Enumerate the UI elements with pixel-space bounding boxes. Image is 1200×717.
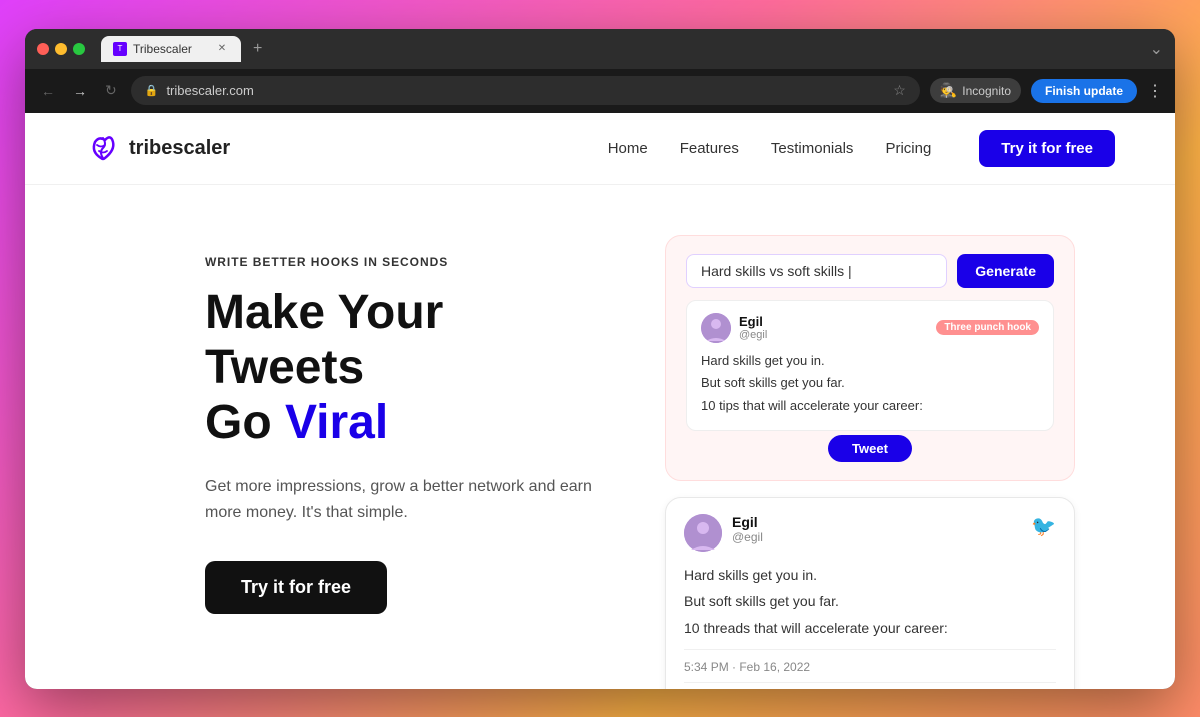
logo-icon bbox=[85, 130, 121, 166]
tweet-action-row: Tweet bbox=[686, 435, 1054, 462]
tweet-header: Egil @egil 🐦 bbox=[684, 514, 1056, 552]
tweet-button[interactable]: Tweet bbox=[828, 435, 912, 462]
address-input[interactable]: 🔒 tribescaler.com ☆ bbox=[131, 76, 920, 105]
generator-input[interactable] bbox=[686, 254, 947, 288]
hero-right: Generate Egil bbox=[665, 235, 1075, 689]
address-bar: ← → ↻ 🔒 tribescaler.com ☆ 🕵 Incognito Fi… bbox=[25, 69, 1175, 113]
hero-subtext: Get more impressions, grow a better netw… bbox=[205, 474, 605, 525]
incognito-icon: 🕵 bbox=[940, 82, 957, 99]
tweet-line1: Hard skills get you in. bbox=[684, 564, 1056, 586]
browser-window: T Tribescaler ✕ + ⌄ ← → ↻ 🔒 tribescaler.… bbox=[25, 29, 1175, 689]
hero-headline: Make Your Tweets Go Viral bbox=[205, 285, 605, 451]
maximize-window-button[interactable] bbox=[73, 43, 85, 55]
tweet-timestamp: 5:34 PM · Feb 16, 2022 bbox=[684, 660, 810, 674]
hero-cta-button[interactable]: Try it for free bbox=[205, 561, 387, 614]
site-nav: Home Features Testimonials Pricing Try i… bbox=[608, 130, 1115, 167]
gen-tweet-header: Egil @egil Three punch hook bbox=[701, 313, 1039, 343]
generated-tweet-preview: Egil @egil Three punch hook Hard skills … bbox=[686, 300, 1054, 432]
nav-try-free-button[interactable]: Try it for free bbox=[979, 130, 1115, 167]
incognito-label: Incognito bbox=[962, 84, 1011, 98]
logo-text: tribescaler bbox=[129, 137, 230, 160]
tweet-user-name: Egil bbox=[732, 514, 1031, 530]
nav-testimonials[interactable]: Testimonials bbox=[771, 140, 854, 157]
traffic-lights bbox=[37, 43, 85, 55]
gen-tweet-line3: 10 tips that will accelerate your career… bbox=[701, 396, 1039, 416]
page-content: tribescaler Home Features Testimonials P… bbox=[25, 113, 1175, 689]
new-tab-button[interactable]: + bbox=[249, 40, 266, 58]
tweet-user-info: Egil @egil bbox=[732, 514, 1031, 544]
nav-features[interactable]: Features bbox=[680, 140, 739, 157]
generate-button[interactable]: Generate bbox=[957, 254, 1054, 288]
gen-user-avatar bbox=[701, 313, 731, 343]
tab-favicon-icon: T bbox=[113, 42, 127, 56]
generator-card: Generate Egil bbox=[665, 235, 1075, 482]
gen-badge: Three punch hook bbox=[936, 320, 1039, 335]
tweet-stats: 6,069 Retweets 116 Quote Tweets 21.3K Li… bbox=[684, 682, 1056, 688]
minimize-window-button[interactable] bbox=[55, 43, 67, 55]
title-bar: T Tribescaler ✕ + ⌄ bbox=[25, 29, 1175, 69]
nav-home[interactable]: Home bbox=[608, 140, 648, 157]
tweet-card: Egil @egil 🐦 Hard skills get you in. But… bbox=[665, 497, 1075, 689]
generator-input-row: Generate bbox=[686, 254, 1054, 288]
hero-headline-part2: Go bbox=[205, 396, 285, 449]
incognito-button[interactable]: 🕵 Incognito bbox=[930, 78, 1021, 103]
lock-icon: 🔒 bbox=[145, 84, 159, 97]
forward-button[interactable]: → bbox=[69, 79, 91, 103]
active-tab[interactable]: T Tribescaler ✕ bbox=[101, 36, 241, 62]
tweet-line2: But soft skills get you far. bbox=[684, 590, 1056, 612]
url-text: tribescaler.com bbox=[166, 83, 253, 98]
hero-headline-viral: Viral bbox=[285, 396, 388, 449]
gen-tweet-line1: Hard skills get you in. bbox=[701, 351, 1039, 371]
hero-headline-part1: Make Your Tweets bbox=[205, 286, 443, 394]
logo-area[interactable]: tribescaler bbox=[85, 130, 230, 166]
nav-pricing[interactable]: Pricing bbox=[885, 140, 931, 157]
back-button[interactable]: ← bbox=[37, 79, 59, 103]
tweet-user-handle: @egil bbox=[732, 530, 1031, 544]
hero-left: WRITE BETTER HOOKS IN SECONDS Make Your … bbox=[205, 235, 605, 615]
twitter-bird-icon: 🐦 bbox=[1031, 514, 1056, 539]
gen-tweet-line2: But soft skills get you far. bbox=[701, 373, 1039, 393]
tweet-avatar bbox=[684, 514, 722, 552]
bookmark-icon[interactable]: ☆ bbox=[893, 82, 906, 99]
hero-section: WRITE BETTER HOOKS IN SECONDS Make Your … bbox=[25, 185, 1175, 689]
tweet-meta: 5:34 PM · Feb 16, 2022 bbox=[684, 649, 1056, 674]
more-options-button[interactable]: ⋮ bbox=[1147, 81, 1163, 101]
gen-tweet-text: Hard skills get you in. But soft skills … bbox=[701, 351, 1039, 416]
hero-eyebrow: WRITE BETTER HOOKS IN SECONDS bbox=[205, 255, 605, 269]
reload-button[interactable]: ↻ bbox=[101, 78, 121, 103]
finish-update-button[interactable]: Finish update bbox=[1031, 79, 1137, 103]
tweet-line3: 10 threads that will accelerate your car… bbox=[684, 617, 1056, 639]
close-window-button[interactable] bbox=[37, 43, 49, 55]
tab-close-button[interactable]: ✕ bbox=[215, 42, 229, 56]
gen-user-name: Egil bbox=[739, 314, 767, 329]
gen-user-handle: @egil bbox=[739, 329, 767, 341]
site-header: tribescaler Home Features Testimonials P… bbox=[25, 113, 1175, 185]
tab-area: T Tribescaler ✕ + bbox=[101, 36, 1142, 62]
tab-title: Tribescaler bbox=[133, 42, 192, 56]
window-controls-right: ⌄ bbox=[1150, 39, 1163, 59]
tweet-body: Hard skills get you in. But soft skills … bbox=[684, 564, 1056, 639]
